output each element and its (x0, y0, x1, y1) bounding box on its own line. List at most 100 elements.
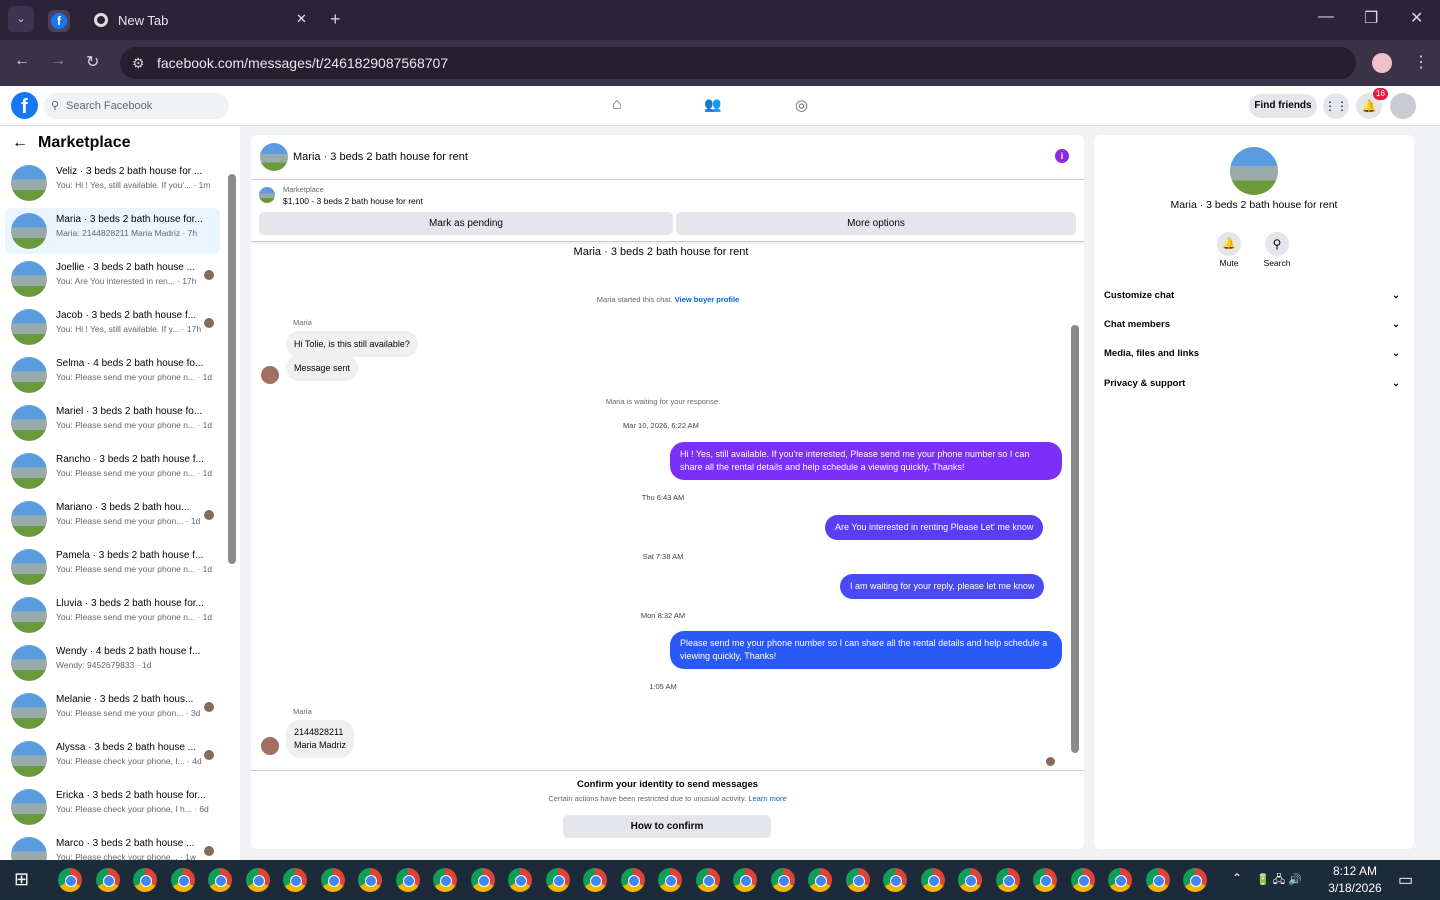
mark-as-pending-button[interactable]: Mark as pending (259, 212, 673, 235)
chrome-taskbar-icon[interactable] (658, 868, 682, 892)
forward-icon[interactable]: → (50, 52, 66, 70)
chrome-taskbar-icon[interactable] (58, 868, 82, 892)
facebook-tab[interactable]: f (48, 10, 70, 32)
chrome-taskbar-icon[interactable] (958, 868, 982, 892)
conversation-item[interactable]: Ericka · 3 beds 2 bath house for... You: … (5, 784, 220, 830)
menu-grid-icon[interactable]: ⋮⋮ (1323, 93, 1349, 119)
conversation-item[interactable]: Wendy · 4 beds 2 bath house f... Wendy: 9… (5, 640, 220, 686)
new-tab[interactable]: New Tab ✕ (82, 6, 322, 40)
reload-icon[interactable]: ↻ (86, 52, 99, 72)
back-arrow-icon[interactable]: ← (12, 134, 28, 152)
info-icon[interactable]: i (1055, 149, 1069, 163)
chrome-taskbar-icon[interactable] (770, 868, 795, 892)
chrome-taskbar-icon[interactable] (1183, 868, 1207, 892)
conversation-heading: Maria · 3 beds 2 bath house for rent (573, 246, 749, 258)
account-avatar[interactable] (1390, 93, 1416, 119)
conversation-snippet: You: Are You interested in ren... · 17h (56, 276, 197, 286)
conversation-item[interactable]: Maria · 3 beds 2 bath house for... Maria:… (5, 208, 220, 254)
site-info-icon[interactable]: ⚙ (132, 47, 145, 79)
clock-date[interactable]: 3/18/2026 (1322, 881, 1388, 895)
conversation-item[interactable]: Rancho · 3 beds 2 bath house f... You: Pl… (5, 448, 220, 494)
media-files-links-section[interactable]: Media, files and links ⌄ (1104, 348, 1404, 359)
chrome-taskbar-icon[interactable] (545, 868, 570, 892)
tray-chevron-icon[interactable]: ⌃ (1232, 871, 1242, 885)
chrome-taskbar-icon[interactable] (245, 868, 270, 892)
conversation-item[interactable]: Veliz · 3 beds 2 bath house for ... You: … (5, 160, 220, 206)
customize-chat-section[interactable]: Customize chat ⌄ (1104, 290, 1404, 301)
seen-avatar (1046, 757, 1055, 766)
conversation-item[interactable]: Alyssa · 3 beds 2 bath house ... You: Ple… (5, 736, 220, 782)
minimize-button[interactable]: — (1318, 8, 1334, 26)
chat-started-text: Maria started this chat. (596, 295, 673, 304)
restore-button[interactable]: ❐ (1364, 8, 1378, 28)
chrome-taskbar-icon[interactable] (208, 868, 232, 892)
how-to-confirm-button[interactable]: How to confirm (563, 815, 771, 838)
chrome-taskbar-icon[interactable] (470, 868, 495, 892)
facebook-logo[interactable]: f (11, 92, 38, 119)
notifications-icon[interactable]: ▭ (1398, 870, 1413, 890)
privacy-support-section[interactable]: Privacy & support ⌄ (1104, 378, 1404, 389)
chrome-taskbar-icon[interactable] (283, 868, 307, 892)
listing-title[interactable]: $1,100 - 3 beds 2 bath house for rent (283, 196, 423, 206)
search-icon[interactable]: ⚲ (1265, 232, 1289, 256)
chrome-taskbar-icon[interactable] (845, 868, 870, 892)
chrome-taskbar-icon[interactable] (508, 868, 532, 892)
clock-time[interactable]: 8:12 AM (1325, 864, 1385, 878)
close-tab-icon[interactable]: ✕ (296, 11, 307, 27)
chrome-taskbar-icon[interactable] (583, 868, 607, 892)
chrome-taskbar-icon[interactable] (620, 868, 645, 892)
chrome-taskbar-icon[interactable] (433, 868, 457, 892)
conversation-item[interactable]: Jacob · 3 beds 2 bath house f... You: Hi … (5, 304, 220, 350)
chrome-taskbar-icon[interactable] (133, 868, 157, 892)
windows-start-icon[interactable]: ⊞ (14, 869, 29, 890)
chrome-taskbar-icon[interactable] (733, 868, 757, 892)
sidebar-scrollbar[interactable] (228, 174, 236, 564)
groups-icon[interactable]: ◎ (795, 96, 808, 114)
chrome-taskbar-icon[interactable] (95, 868, 120, 892)
chrome-taskbar-icon[interactable] (1145, 868, 1170, 892)
chrome-taskbar-icon[interactable] (995, 868, 1020, 892)
chrome-taskbar-icon[interactable] (1108, 868, 1132, 892)
conversation-item[interactable]: Selma · 4 beds 2 bath house fo... You: Pl… (5, 352, 220, 398)
profile-avatar[interactable] (1372, 53, 1392, 73)
chat-scrollbar[interactable] (1071, 325, 1079, 753)
browser-tab-bar: ⌄ f New Tab ✕ + — ❐ ✕ (0, 0, 1440, 40)
learn-more-link[interactable]: Learn more (748, 794, 786, 803)
conversation-item[interactable]: Melanie · 3 beds 2 bath hous... You: Plea… (5, 688, 220, 734)
chrome-taskbar-icon[interactable] (808, 868, 832, 892)
close-window-button[interactable]: ✕ (1410, 8, 1423, 28)
chrome-taskbar-icon[interactable] (1033, 868, 1057, 892)
chrome-taskbar-icon[interactable] (883, 868, 907, 892)
chat-members-section[interactable]: Chat members ⌄ (1104, 319, 1404, 330)
conversation-item[interactable]: Mariano · 3 beds 2 bath hou... You: Pleas… (5, 496, 220, 542)
chrome-taskbar-icon[interactable] (358, 868, 382, 892)
new-tab-button[interactable]: + (330, 9, 341, 30)
tab-search-button[interactable]: ⌄ (8, 6, 34, 32)
url-field[interactable]: ⚙ facebook.com/messages/t/246182908756870… (120, 47, 1356, 79)
conversation-item[interactable]: Pamela · 3 beds 2 bath house f... You: Pl… (5, 544, 220, 590)
conversation-title: Marco · 3 beds 2 bath house ... (56, 838, 195, 849)
chrome-taskbar-icon[interactable] (1070, 868, 1095, 892)
chrome-taskbar-icon[interactable] (320, 868, 345, 892)
conversation-title: Maria · 3 beds 2 bath house for... (56, 214, 203, 225)
menu-icon[interactable]: ⋮ (1413, 52, 1429, 72)
chrome-taskbar-icon[interactable] (920, 868, 945, 892)
home-icon[interactable]: ⌂ (612, 96, 622, 114)
chrome-taskbar-icon[interactable] (395, 868, 420, 892)
friends-icon[interactable]: 👥 (704, 96, 721, 113)
conversation-title: Jacob · 3 beds 2 bath house f... (56, 310, 197, 321)
info-avatar (1230, 147, 1278, 195)
more-options-button[interactable]: More options (676, 212, 1076, 235)
mute-bell-icon[interactable]: 🔔 (1217, 232, 1241, 256)
chrome-taskbar-icon[interactable] (695, 868, 720, 892)
conversation-snippet: You: Please send me your phon... · 1d (56, 516, 201, 526)
chat-title[interactable]: Maria · 3 beds 2 bath house for rent (293, 151, 468, 163)
find-friends-button[interactable]: Find friends (1249, 94, 1317, 118)
tray-icons[interactable]: 🔋 🖧 🔊 (1256, 871, 1302, 890)
listing-avatar (11, 213, 47, 249)
search-input[interactable]: ⚲ Search Facebook (44, 93, 229, 119)
chrome-taskbar-icon[interactable] (170, 868, 195, 892)
back-icon[interactable]: ← (14, 52, 30, 70)
confirm-identity-title: Confirm your identity to send messages (576, 779, 759, 790)
view-buyer-profile-link[interactable]: View buyer profile (675, 295, 739, 304)
